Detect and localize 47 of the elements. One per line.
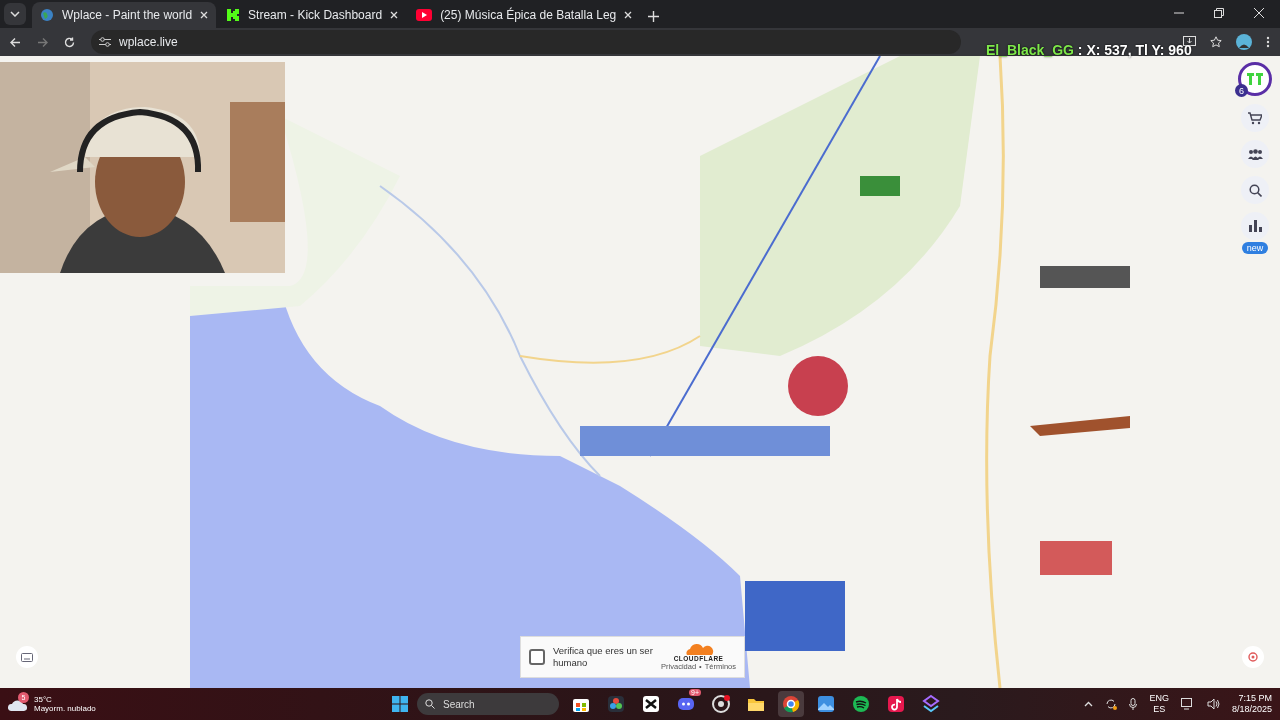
- network-icon[interactable]: [1180, 698, 1195, 710]
- close-icon[interactable]: [624, 11, 633, 19]
- letter-k-icon: [226, 8, 241, 22]
- play-icon: [416, 9, 433, 21]
- temperature: 35°C: [34, 695, 53, 704]
- plus-icon[interactable]: [648, 11, 660, 22]
- browser-icon[interactable]: [783, 696, 800, 713]
- controller-icon[interactable]: [678, 698, 694, 710]
- address-field[interactable]: wplace.live: [91, 30, 961, 54]
- restore-icon[interactable]: [1214, 8, 1224, 18]
- search-field[interactable]: Search: [417, 693, 559, 715]
- more-icon[interactable]: [1266, 36, 1270, 48]
- chevron-down-icon: [10, 11, 20, 17]
- tab-search-button[interactable]: [4, 3, 26, 25]
- sync-icon[interactable]: [1105, 698, 1118, 710]
- clock[interactable]: 7:15 PM 8/18/2025: [1231, 692, 1272, 716]
- star-icon[interactable]: [1210, 36, 1222, 48]
- browser-tab[interactable]: (25) Música Épica de Batalla Leg: [408, 2, 641, 28]
- coordinates-text: : X: 537, Tl Y: 960: [1076, 42, 1192, 58]
- username: El_Black_GG: [986, 42, 1074, 58]
- sliders-icon: [99, 37, 111, 47]
- search-icon: [425, 699, 435, 709]
- browser-tab[interactable]: Stream - Kick Dashboard: [218, 2, 407, 28]
- taskbar-app[interactable]: [778, 691, 804, 717]
- reload-icon[interactable]: [64, 36, 75, 48]
- weather-condition: Mayorm. nublado: [34, 704, 96, 713]
- back-arrow-icon[interactable]: [10, 36, 21, 48]
- image-icon[interactable]: [818, 696, 834, 712]
- browser-tab[interactable]: Wplace - Paint the world: [32, 2, 217, 28]
- close-icon[interactable]: [200, 11, 209, 19]
- forward-arrow-icon[interactable]: [37, 36, 48, 48]
- folder-icon[interactable]: [748, 699, 764, 711]
- music-note-icon[interactable]: [888, 696, 904, 712]
- close-icon[interactable]: [1254, 8, 1264, 18]
- microphone-icon[interactable]: [1129, 698, 1138, 710]
- close-icon[interactable]: [390, 11, 399, 19]
- shopping-bag-icon[interactable]: [573, 699, 589, 712]
- windows-start-icon[interactable]: [392, 696, 408, 712]
- scissor-icon[interactable]: [643, 696, 659, 712]
- language-indicator[interactable]: ENG ES: [1149, 693, 1169, 715]
- globe-icon: [40, 8, 54, 22]
- sound-waves-icon[interactable]: [853, 696, 869, 712]
- chevron-up-icon[interactable]: [1084, 701, 1094, 707]
- volume-icon[interactable]: [1206, 698, 1220, 710]
- colored-dots-icon[interactable]: [608, 696, 624, 712]
- cloud-icon: [8, 697, 28, 711]
- profile-icon[interactable]: [1236, 34, 1252, 50]
